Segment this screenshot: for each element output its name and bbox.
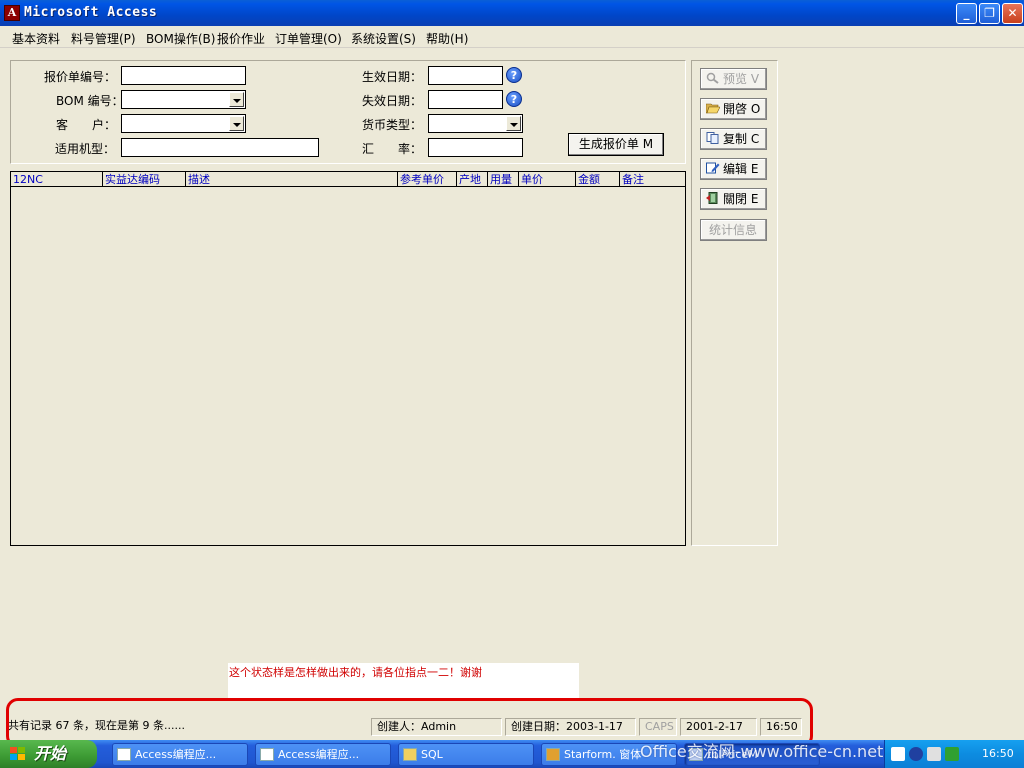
- edit-button[interactable]: 编辑 E: [700, 158, 767, 180]
- edit-button-label: 编辑 E: [723, 162, 759, 176]
- user-icon[interactable]: [945, 747, 959, 761]
- taskbar-item[interactable]: Access编程应...: [255, 743, 391, 766]
- copy-icon: [706, 132, 719, 144]
- status-created-date: 创建日期：2003-1-17: [505, 718, 636, 736]
- rate-input[interactable]: [428, 138, 523, 157]
- close-form-button-label: 關閉 E: [723, 192, 759, 206]
- menu-quotation[interactable]: 报价作业: [217, 30, 265, 47]
- restore-button[interactable]: ❐: [979, 3, 1000, 24]
- currency-label: 货币类型：: [362, 118, 423, 132]
- preview-button-label: 预览 V: [723, 72, 760, 86]
- menu-bar: 基本资料 料号管理(P) BOM操作(B) 报价作业 订单管理(O) 系统设置(…: [0, 26, 1024, 48]
- bom-no-label: BOM 编号：: [56, 94, 124, 108]
- start-label: 开始: [34, 744, 67, 763]
- open-button-label: 開啓 O: [723, 102, 761, 116]
- rate-label: 汇 率：: [362, 142, 423, 156]
- status-records: 共有记录 67 条，现在是第 9 条......: [8, 719, 185, 732]
- access-app-icon[interactable]: A: [4, 5, 20, 21]
- network-icon[interactable]: [927, 747, 941, 761]
- quote-no-input[interactable]: [121, 66, 246, 85]
- window-title: Microsoft Access: [24, 5, 158, 20]
- browser-window-icon: [117, 748, 131, 761]
- bom-no-combo[interactable]: [121, 90, 246, 109]
- status-bar: 共有记录 67 条，现在是第 9 条...... 创建人：Admin 创建日期：…: [0, 716, 1024, 738]
- copy-button-label: 复制 C: [723, 132, 760, 146]
- edit-icon: [706, 162, 720, 174]
- column-header[interactable]: 12NC: [11, 172, 103, 187]
- open-button[interactable]: 開啓 O: [700, 98, 767, 120]
- close-button[interactable]: ✕: [1002, 3, 1023, 24]
- calendar-help-icon[interactable]: ?: [506, 91, 522, 107]
- taskbar-item-label: Access编程应...: [135, 748, 217, 761]
- title-bar[interactable]: A Microsoft Access _ ❐ ✕: [0, 0, 1024, 26]
- dropdown-arrow-icon[interactable]: [229, 92, 244, 107]
- status-caps-indicator: CAPS: [639, 718, 677, 736]
- taskbar-item-label: SQL: [421, 748, 443, 761]
- taskbar-item-label: Access编程应...: [278, 748, 360, 761]
- menu-basic-data[interactable]: 基本资料: [12, 30, 60, 47]
- column-header[interactable]: 参考单价: [398, 172, 457, 187]
- customer-combo[interactable]: [121, 114, 246, 133]
- folder-icon: [403, 748, 417, 761]
- model-input[interactable]: [121, 138, 319, 157]
- column-header[interactable]: 实益达编码: [103, 172, 186, 187]
- form-window-icon: [546, 748, 560, 761]
- taskbar-item-label: Starform. 窗体: [564, 748, 642, 761]
- status-time: 16:50: [760, 718, 802, 736]
- status-date: 2001-2-17: [680, 718, 757, 736]
- browser-window-icon: [260, 748, 274, 761]
- taskbar-item[interactable]: SQL: [398, 743, 534, 766]
- watermark-text: Office交流网-www.office-cn.net: [640, 742, 884, 761]
- dropdown-arrow-icon[interactable]: [229, 116, 244, 131]
- minimize-button[interactable]: _: [956, 3, 977, 24]
- dropdown-arrow-icon[interactable]: [506, 116, 521, 131]
- menu-bom-operation[interactable]: BOM操作(B): [146, 30, 215, 47]
- taskbar-item[interactable]: Access编程应...: [112, 743, 248, 766]
- menu-help[interactable]: 帮助(H): [426, 30, 468, 47]
- column-header[interactable]: 产地: [457, 172, 488, 187]
- column-header[interactable]: 描述: [186, 172, 398, 187]
- copy-button[interactable]: 复制 C: [700, 128, 767, 150]
- taskbar-clock: 16:50: [982, 747, 1014, 760]
- column-header[interactable]: 单价: [519, 172, 576, 187]
- column-header[interactable]: 金额: [576, 172, 620, 187]
- list-header: 12NC 实益达编码 描述 参考单价 产地 用量 单价 金额 备注: [11, 172, 685, 187]
- quote-detail-list[interactable]: 12NC 实益达编码 描述 参考单价 产地 用量 单价 金额 备注: [10, 171, 686, 546]
- menu-part-management[interactable]: 料号管理(P): [71, 30, 136, 47]
- model-label: 适用机型：: [55, 142, 116, 156]
- calendar-help-icon[interactable]: ?: [506, 67, 522, 83]
- help-icon[interactable]: [909, 747, 923, 761]
- open-folder-icon: [706, 103, 720, 114]
- column-header[interactable]: 备注: [620, 172, 685, 187]
- generate-quote-button[interactable]: 生成报价单 M: [568, 133, 664, 156]
- expire-date-label: 失效日期：: [362, 94, 423, 108]
- preview-button[interactable]: 预览 V: [700, 68, 767, 90]
- expire-date-input[interactable]: [428, 90, 503, 109]
- keyboard-icon[interactable]: [891, 747, 905, 761]
- menu-order-management[interactable]: 订单管理(O): [275, 30, 342, 47]
- customer-label: 客 户：: [56, 118, 117, 132]
- annotation-text: 这个状态样是怎样做出来的，请各位指点一二！谢谢: [229, 666, 482, 679]
- windows-logo-icon: [10, 747, 25, 760]
- statistics-button-label: 统计信息: [709, 223, 758, 237]
- effective-date-label: 生效日期：: [362, 70, 423, 84]
- start-button[interactable]: 开始: [0, 740, 97, 768]
- column-header[interactable]: 用量: [488, 172, 519, 187]
- effective-date-input[interactable]: [428, 66, 503, 85]
- menu-system-settings[interactable]: 系统设置(S): [351, 30, 416, 47]
- exit-door-icon: [706, 192, 718, 204]
- statistics-button[interactable]: 统计信息: [700, 219, 767, 241]
- magnifier-icon: [706, 72, 719, 84]
- status-creator: 创建人：Admin: [371, 718, 502, 736]
- currency-combo[interactable]: [428, 114, 523, 133]
- quote-no-label: 报价单编号：: [44, 70, 117, 84]
- close-form-button[interactable]: 關閉 E: [700, 188, 767, 210]
